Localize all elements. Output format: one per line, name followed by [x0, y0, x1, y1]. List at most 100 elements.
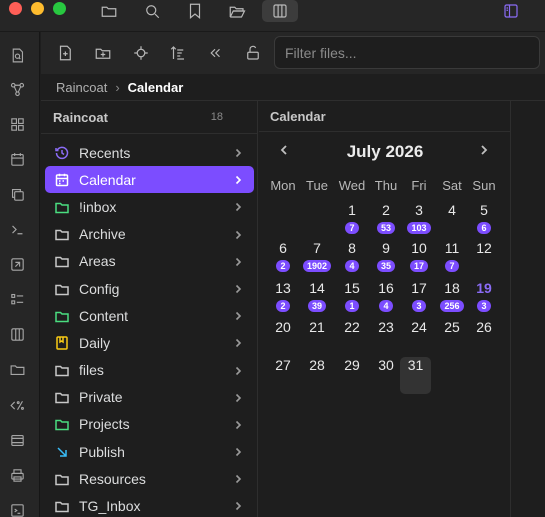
- new-note-icon[interactable]: [54, 42, 76, 64]
- chevron-right-icon[interactable]: [232, 200, 244, 212]
- calendar-day[interactable]: 27: [266, 357, 300, 373]
- calendar-day[interactable]: 21: [300, 319, 334, 335]
- calendar-day[interactable]: 12: [467, 240, 501, 256]
- calendar-day[interactable]: 84: [335, 240, 369, 272]
- search-icon[interactable]: [140, 0, 164, 22]
- breadcrumb-current[interactable]: Calendar: [128, 80, 184, 95]
- calendar-day[interactable]: 17 3: [402, 280, 436, 312]
- folder-item-content[interactable]: Content: [45, 302, 254, 329]
- folder-item-archive[interactable]: Archive: [45, 221, 254, 248]
- blocks-icon[interactable]: [6, 113, 28, 135]
- calendar-day[interactable]: 28: [300, 357, 334, 373]
- chevron-right-icon[interactable]: [232, 336, 244, 348]
- calendar-day[interactable]: 23: [369, 319, 403, 335]
- chevron-right-icon[interactable]: [232, 499, 244, 511]
- weekday-label: Wed: [338, 178, 366, 193]
- calendar-day[interactable]: 4: [435, 202, 469, 218]
- print-icon[interactable]: [6, 464, 28, 486]
- folder-icon: [54, 416, 70, 432]
- close-window-button[interactable]: [9, 2, 22, 15]
- calendar-day[interactable]: 11 7: [435, 240, 469, 272]
- folder-item-config[interactable]: Config: [45, 275, 254, 302]
- calendar-day[interactable]: 30: [369, 357, 403, 373]
- folder-item-tg-inbox[interactable]: TG_Inbox: [45, 492, 254, 517]
- calendar-day[interactable]: 19 3: [467, 280, 501, 312]
- calendar-day[interactable]: 56: [467, 202, 501, 234]
- folder-item-private[interactable]: Private: [45, 384, 254, 411]
- calendar-day[interactable]: 7 1902: [300, 240, 334, 272]
- calendar-day[interactable]: 15 1: [335, 280, 369, 312]
- minimize-window-button[interactable]: [31, 2, 44, 15]
- folder-item-inbox[interactable]: !inbox: [45, 193, 254, 220]
- folder-item-resources[interactable]: Resources: [45, 465, 254, 492]
- calendar-day[interactable]: 9 35: [369, 240, 403, 272]
- locate-icon[interactable]: [130, 42, 152, 64]
- chevron-right-icon[interactable]: [232, 282, 244, 294]
- file-nav-toolbar: [41, 32, 545, 74]
- calendar-day[interactable]: 24: [402, 319, 436, 335]
- calendar-day[interactable]: 3 103: [402, 202, 436, 234]
- calendar-day[interactable]: 16 4: [369, 280, 403, 312]
- calendar-day[interactable]: 22: [335, 319, 369, 335]
- calendar-day[interactable]: 17: [335, 202, 369, 234]
- folder-item-daily[interactable]: Daily: [45, 329, 254, 356]
- folder-item-publish[interactable]: Publish: [45, 438, 254, 465]
- chevron-right-icon[interactable]: [232, 228, 244, 240]
- note-count-badge: 39: [307, 300, 326, 312]
- folder-item-files[interactable]: files: [45, 357, 254, 384]
- chevron-right-icon[interactable]: [232, 364, 244, 376]
- calendar-day[interactable]: 18 256: [435, 280, 469, 312]
- collapse-all-icon[interactable]: [204, 42, 226, 64]
- calendar-day[interactable]: 20: [266, 319, 300, 335]
- folder-icon[interactable]: [97, 0, 121, 22]
- unlock-icon[interactable]: [242, 42, 264, 64]
- chevron-right-icon[interactable]: [232, 445, 244, 457]
- calendar-day[interactable]: 26: [467, 319, 501, 335]
- columns-icon[interactable]: [6, 323, 28, 345]
- terminal-doc-icon[interactable]: [6, 499, 28, 517]
- chevron-right-icon[interactable]: [232, 146, 244, 158]
- chevron-right-icon[interactable]: [232, 418, 244, 430]
- day-number: 31: [407, 357, 424, 373]
- file-pane-header: Raincoat 18: [41, 101, 258, 134]
- search-doc-icon[interactable]: [6, 44, 28, 66]
- copy-icon[interactable]: [6, 183, 28, 205]
- graph-icon[interactable]: [6, 78, 28, 100]
- folder-open-icon[interactable]: [225, 0, 249, 22]
- calendar-day[interactable]: 10 17: [402, 240, 436, 272]
- chevron-right-icon[interactable]: [232, 309, 244, 321]
- sort-icon[interactable]: [167, 42, 189, 64]
- calendar-day[interactable]: 62: [266, 240, 300, 272]
- sidebar-toggle-icon[interactable]: [499, 0, 523, 22]
- breadcrumb-root[interactable]: Raincoat: [56, 80, 107, 95]
- chevron-right-icon[interactable]: [232, 173, 244, 185]
- maximize-window-button[interactable]: [53, 2, 66, 15]
- note-count-badge: 3: [477, 300, 491, 312]
- calendar-day[interactable]: 13 2: [266, 280, 300, 312]
- folder-item-recents[interactable]: Recents: [45, 139, 254, 166]
- calendar-day[interactable]: 25: [435, 319, 469, 335]
- calendar-day[interactable]: 31: [400, 357, 431, 394]
- calendar-icon[interactable]: [6, 148, 28, 170]
- folder-item-calendar[interactable]: Calendar: [45, 166, 254, 194]
- bookmark-icon[interactable]: [183, 0, 207, 22]
- window-icon[interactable]: [6, 429, 28, 451]
- chevron-right-icon[interactable]: [232, 472, 244, 484]
- chevron-right-icon[interactable]: [232, 255, 244, 267]
- calendar-day[interactable]: 29: [335, 357, 369, 373]
- day-number: 15: [344, 280, 360, 296]
- folder-item-areas[interactable]: Areas: [45, 248, 254, 275]
- next-month-button[interactable]: [475, 141, 493, 159]
- folder-icon[interactable]: [6, 358, 28, 380]
- shortcut-icon[interactable]: [6, 253, 28, 275]
- terminal-icon[interactable]: [6, 218, 28, 240]
- filter-files-input[interactable]: [274, 36, 540, 69]
- chevron-right-icon[interactable]: [232, 391, 244, 403]
- new-folder-icon[interactable]: [92, 42, 114, 64]
- calendar-day[interactable]: 2 53: [369, 202, 403, 234]
- folder-item-projects[interactable]: Projects: [45, 411, 254, 438]
- list-icon[interactable]: [6, 288, 28, 310]
- columns-view-icon[interactable]: [262, 0, 298, 22]
- code-percent-icon[interactable]: [6, 394, 28, 416]
- calendar-day[interactable]: 14 39: [300, 280, 334, 312]
